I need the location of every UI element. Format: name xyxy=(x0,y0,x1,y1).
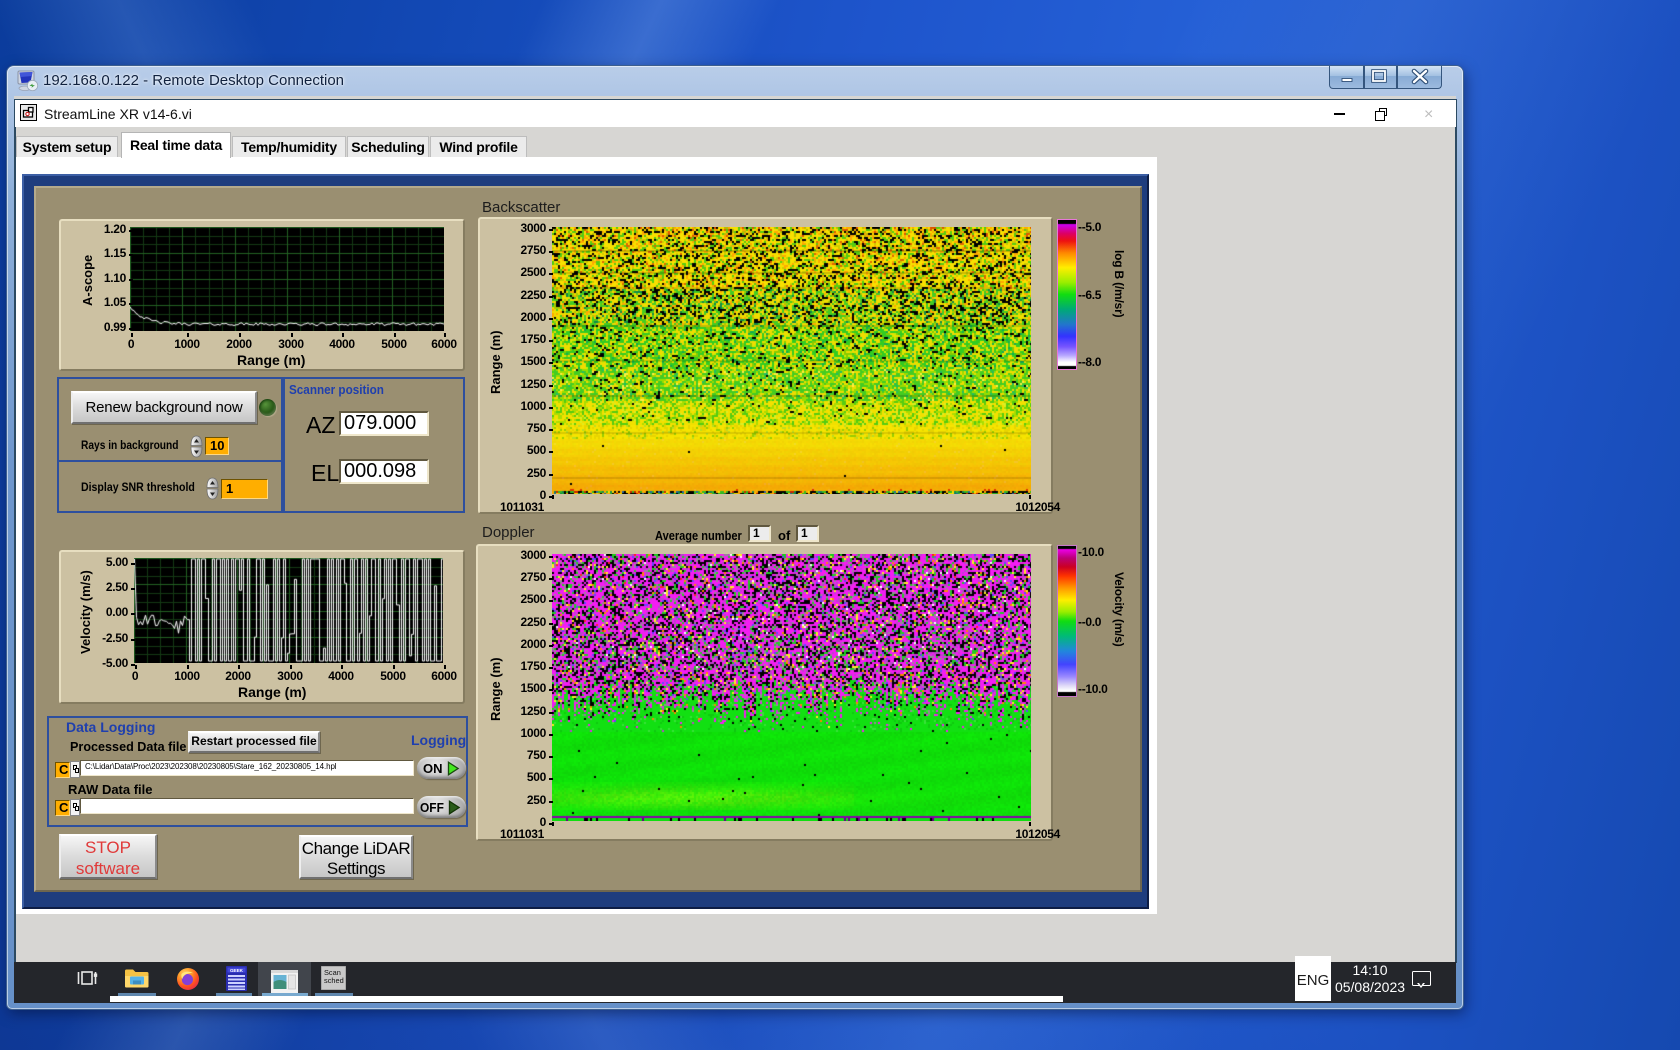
svg-text:GEEK: GEEK xyxy=(230,968,244,973)
svg-text:sched: sched xyxy=(324,976,344,985)
